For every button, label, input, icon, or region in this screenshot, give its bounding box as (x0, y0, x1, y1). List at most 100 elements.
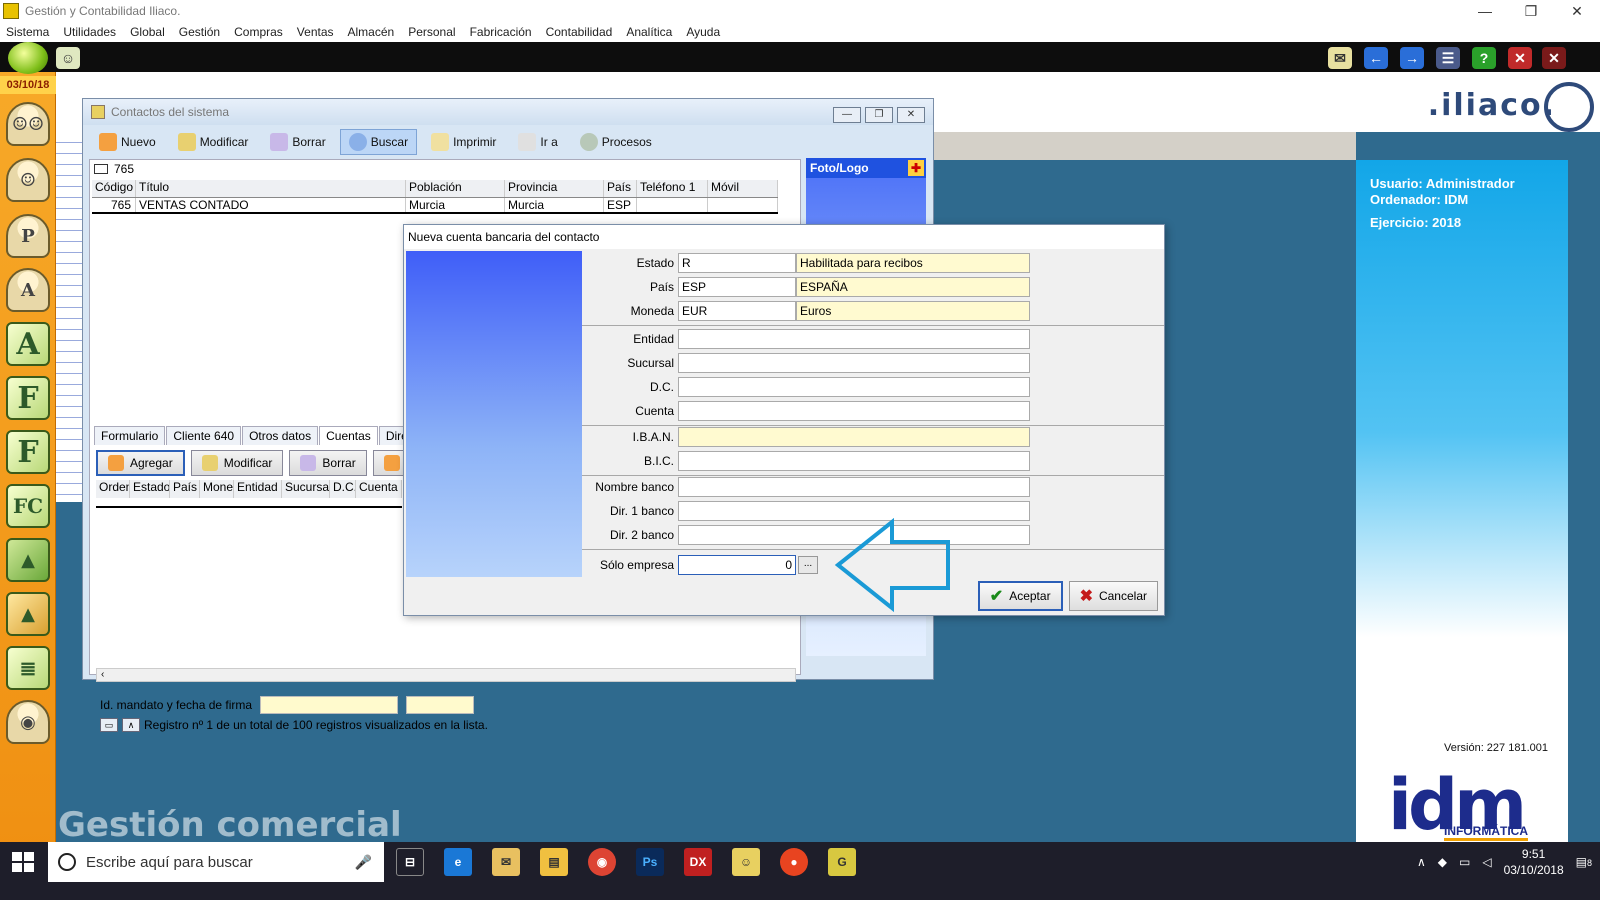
col-cuenta[interactable]: Cuenta (356, 480, 402, 498)
menu-sistema[interactable]: Sistema (6, 25, 49, 39)
contacts-close-button[interactable]: ✕ (897, 107, 925, 123)
goto-button[interactable]: Ir a (510, 129, 565, 155)
chrome-icon[interactable]: ◉ (588, 848, 616, 876)
forward-arrow-icon[interactable]: → (1400, 47, 1424, 69)
provider-icon[interactable]: P (6, 214, 50, 258)
entidad-field[interactable] (678, 329, 1030, 349)
iban-field[interactable] (678, 427, 1030, 447)
articles-icon[interactable]: A (6, 322, 50, 366)
processes-button[interactable]: Procesos (572, 129, 660, 155)
search-value[interactable]: 765 (114, 162, 134, 176)
tab-cliente[interactable]: Cliente 640 (166, 426, 242, 445)
print-button[interactable]: Imprimir (423, 129, 504, 155)
bic-field[interactable] (678, 451, 1030, 471)
nombre-banco-field[interactable] (678, 477, 1030, 497)
col-moneda[interactable]: Monec (200, 480, 234, 498)
windows-start-icon[interactable] (12, 852, 34, 872)
menu-utilidades[interactable]: Utilidades (63, 25, 116, 39)
dropbox-icon[interactable]: ◆ (1438, 855, 1447, 869)
windows-list-icon[interactable]: ☰ (1436, 47, 1460, 69)
col-dc[interactable]: D.C. (330, 480, 356, 498)
dc-field[interactable] (678, 377, 1030, 397)
status-up-icon[interactable]: ∧ (122, 718, 140, 732)
bag-icon[interactable]: ▲ (6, 538, 50, 582)
solo-empresa-lookup-button[interactable]: ... (798, 556, 818, 574)
edit-account-button[interactable]: Modificar (190, 450, 284, 476)
main-orb-icon[interactable] (8, 42, 48, 74)
fc-icon[interactable]: FC (6, 484, 50, 528)
accept-button[interactable]: ✔ Aceptar (977, 581, 1063, 611)
solo-empresa-field[interactable]: 0 (678, 555, 796, 575)
col-sub-pais[interactable]: País (170, 480, 200, 498)
app-red-icon[interactable]: ● (780, 848, 808, 876)
wizard-icon[interactable]: ◉ (6, 700, 50, 744)
dx-icon[interactable]: DX (684, 848, 712, 876)
invoice-icon[interactable]: F (6, 376, 50, 420)
person-icon[interactable]: ☺ (6, 158, 50, 202)
agent-icon[interactable]: A (6, 268, 50, 312)
back-arrow-icon[interactable]: ← (1364, 47, 1388, 69)
shopping-bag-icon[interactable]: ▲ (6, 592, 50, 636)
moneda-code-field[interactable]: EUR (678, 301, 796, 321)
menu-gestion[interactable]: Gestión (179, 25, 220, 39)
col-titulo[interactable]: Título (136, 180, 406, 197)
col-poblacion[interactable]: Población (406, 180, 505, 197)
delete-button[interactable]: Borrar (262, 129, 333, 155)
notification-icon[interactable]: ▤8 (1576, 855, 1592, 869)
delete-account-button[interactable]: Borrar (289, 450, 367, 476)
mail-icon[interactable]: ✉ (1328, 47, 1352, 69)
close-window-icon[interactable]: ✕ (1508, 47, 1532, 69)
task-view-icon[interactable]: ⊟ (396, 848, 424, 876)
col-codigo[interactable]: Código (92, 180, 136, 197)
list-icon[interactable]: ≣ (6, 646, 50, 690)
add-photo-icon[interactable]: ✚ (908, 160, 924, 176)
tab-formulario[interactable]: Formulario (94, 426, 166, 445)
menu-contabilidad[interactable]: Contabilidad (546, 25, 613, 39)
menu-analitica[interactable]: Analítica (626, 25, 672, 39)
gestion-app-icon[interactable]: G (828, 848, 856, 876)
cancel-button[interactable]: ✖ Cancelar (1068, 581, 1158, 611)
minimize-button[interactable]: — (1462, 0, 1508, 22)
status-list-icon[interactable]: ▭ (100, 718, 118, 732)
menu-personal[interactable]: Personal (408, 25, 455, 39)
help-icon[interactable]: ? (1472, 47, 1496, 69)
col-orden[interactable]: Orden (96, 480, 130, 498)
add-account-button[interactable]: Agregar (96, 450, 185, 476)
network-icon[interactable]: ▭ (1459, 855, 1470, 869)
sucursal-field[interactable] (678, 353, 1030, 373)
file-explorer-icon[interactable]: ▤ (540, 848, 568, 876)
mandato-id-field[interactable] (260, 696, 399, 714)
mail-app-icon[interactable]: ✉ (492, 848, 520, 876)
iliaco-app-icon[interactable]: ☺ (732, 848, 760, 876)
horizontal-scrollbar[interactable]: ‹ (96, 668, 796, 682)
menu-ayuda[interactable]: Ayuda (686, 25, 720, 39)
menu-fabricacion[interactable]: Fabricación (470, 25, 532, 39)
table-row[interactable]: 765 VENTAS CONTADO Murcia Murcia ESP (92, 198, 778, 214)
cuenta-field[interactable] (678, 401, 1030, 421)
tray-chevron-icon[interactable]: ∧ (1417, 855, 1426, 869)
estado-code-field[interactable]: R (678, 253, 796, 273)
exit-icon[interactable]: ✕ (1542, 47, 1566, 69)
volume-icon[interactable]: ◁ (1482, 855, 1491, 869)
pais-code-field[interactable]: ESP (678, 277, 796, 297)
clock[interactable]: 9:51 03/10/2018 (1504, 846, 1564, 878)
edit-button[interactable]: Modificar (170, 129, 257, 155)
close-button[interactable]: ✕ (1554, 0, 1600, 22)
col-sucursal[interactable]: Sucursal (282, 480, 330, 498)
invoice-sales-icon[interactable]: F (6, 430, 50, 474)
menu-global[interactable]: Global (130, 25, 165, 39)
mandato-date-field[interactable] (406, 696, 475, 714)
users-icon[interactable]: ☺ (56, 47, 80, 69)
menu-ventas[interactable]: Ventas (297, 25, 334, 39)
maximize-button[interactable]: ❐ (1508, 0, 1554, 22)
col-movil[interactable]: Móvil (708, 180, 778, 197)
contacts-icon[interactable]: ☺☺ (6, 102, 50, 146)
tab-otros-datos[interactable]: Otros datos (242, 426, 319, 445)
col-entidad[interactable]: Entidad (234, 480, 282, 498)
contacts-maximize-button[interactable]: ❐ (865, 107, 893, 123)
menu-compras[interactable]: Compras (234, 25, 283, 39)
new-button[interactable]: Nuevo (91, 129, 164, 155)
search-button[interactable]: Buscar (339, 129, 418, 155)
col-telefono[interactable]: Teléfono 1 (637, 180, 708, 197)
contacts-minimize-button[interactable]: — (833, 107, 861, 123)
